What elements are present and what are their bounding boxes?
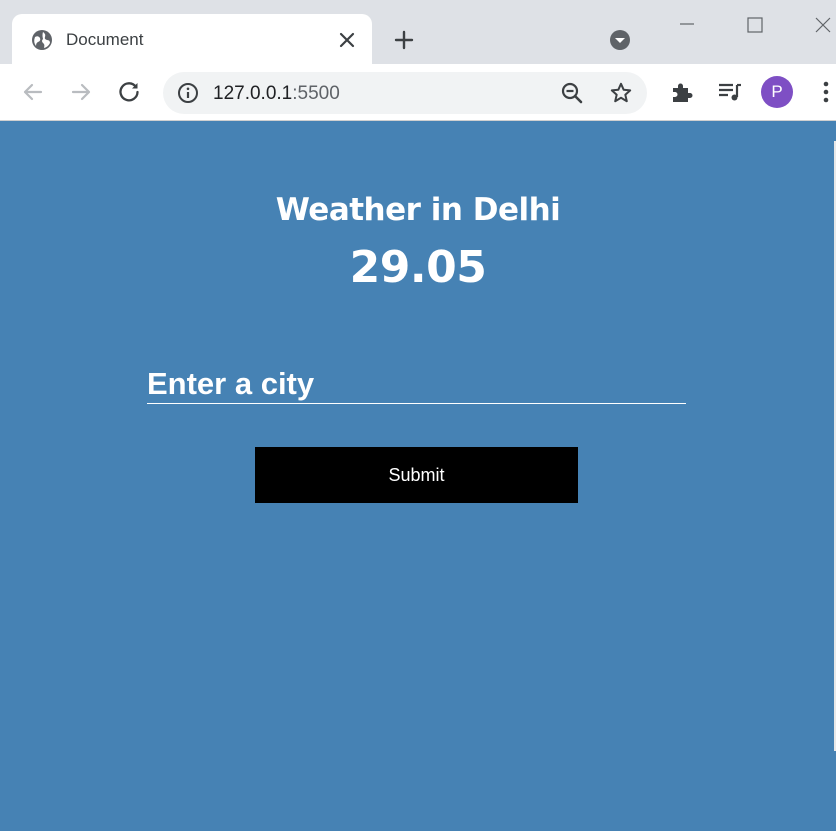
plus-icon[interactable] (392, 28, 416, 52)
kebab-menu-icon[interactable] (812, 78, 836, 106)
close-icon[interactable] (808, 10, 836, 40)
info-icon[interactable] (177, 82, 199, 104)
address-bar[interactable]: 127.0.0.1:5500 (163, 72, 647, 114)
temperature-value: 29.05 (349, 242, 487, 293)
close-icon[interactable] (337, 30, 357, 50)
puzzle-icon[interactable] (668, 78, 696, 106)
submit-button[interactable]: Submit (255, 447, 578, 503)
tab-strip: Document (0, 0, 836, 64)
url-host: 127.0.0.1 (213, 83, 293, 104)
browser-toolbar: 127.0.0.1:5500 P (0, 64, 836, 121)
maximize-icon[interactable] (740, 10, 770, 40)
playlist-icon[interactable] (716, 78, 744, 106)
reload-icon[interactable] (115, 78, 143, 106)
minimize-icon[interactable] (672, 10, 702, 40)
tab-document[interactable]: Document (12, 14, 372, 64)
globe-icon (31, 29, 53, 51)
browser-window: Document 127.0.0.1:5500 P Weather in Del… (0, 0, 836, 831)
chevron-down-circle-icon[interactable] (608, 28, 632, 52)
city-input[interactable] (147, 364, 686, 404)
arrow-left-icon[interactable] (19, 78, 47, 106)
star-icon[interactable] (609, 81, 633, 105)
arrow-right-icon[interactable] (67, 78, 95, 106)
avatar[interactable]: P (761, 76, 793, 108)
zoom-out-icon[interactable] (560, 81, 584, 105)
page-title: Weather in Delhi (275, 192, 561, 228)
url-text[interactable]: 127.0.0.1:5500 (213, 83, 340, 105)
tab-title: Document (66, 30, 144, 49)
page-content: Weather in Delhi 29.05 Submit (0, 121, 836, 831)
url-port: :5500 (292, 83, 340, 104)
